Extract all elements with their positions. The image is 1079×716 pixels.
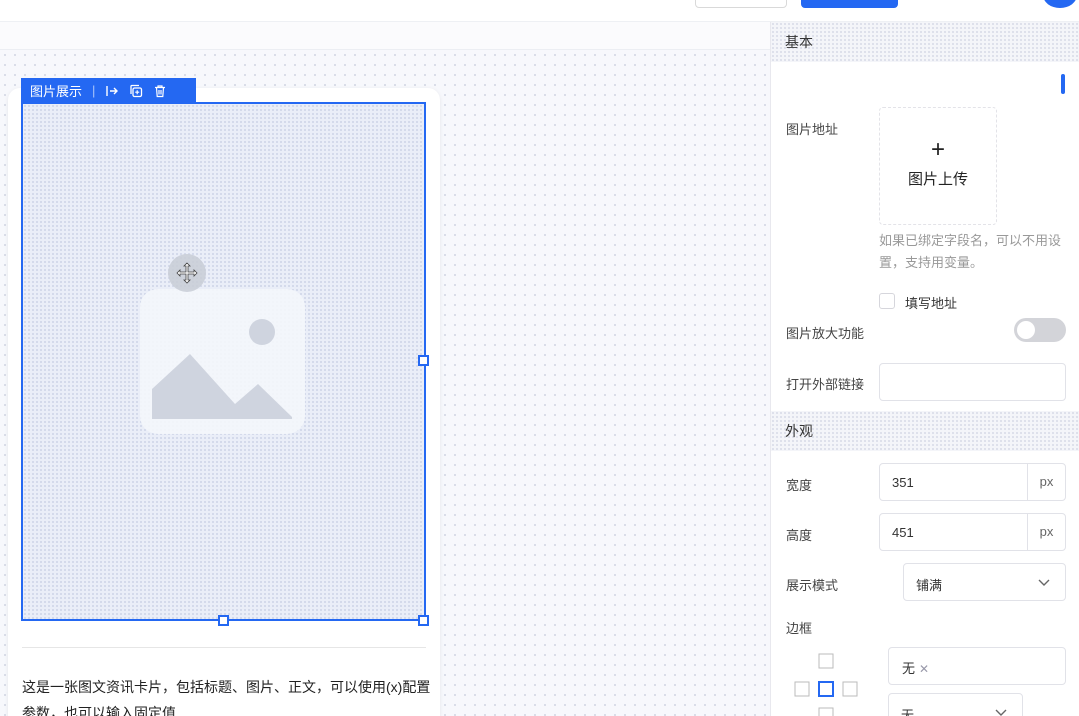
- component-title: 图片展示: [30, 84, 83, 99]
- image-placeholder-icon: [140, 289, 305, 434]
- upload-label: 图片上传: [907, 171, 968, 188]
- scroll-indicator[interactable]: [1061, 74, 1065, 94]
- border-tag[interactable]: 无 ✕: [902, 658, 929, 678]
- border-tag-label: 无: [902, 661, 916, 676]
- section-basic-header[interactable]: 基本: [771, 22, 1079, 62]
- display-mode-select[interactable]: 铺满: [903, 563, 1066, 601]
- move-icon[interactable]: [168, 254, 206, 292]
- height-input[interactable]: 451 px: [879, 513, 1066, 551]
- width-label: 宽度: [786, 478, 813, 493]
- zoom-label: 图片放大功能: [786, 326, 865, 341]
- open-link-input[interactable]: [879, 363, 1066, 401]
- top-header: [0, 0, 1079, 22]
- resize-handle-right[interactable]: [418, 355, 429, 366]
- fill-url-checkbox[interactable]: [879, 293, 895, 309]
- card-body-text: 这是一张图文资讯卡片，包括标题、图片、正文，可以使用(x)配置参数，也可以输入固…: [22, 679, 431, 716]
- plus-icon: +: [930, 136, 945, 163]
- zoom-toggle[interactable]: [1014, 318, 1066, 342]
- select-parent-icon[interactable]: [105, 84, 119, 98]
- width-input[interactable]: 351 px: [879, 463, 1066, 501]
- border-side-picker[interactable]: [791, 652, 863, 716]
- component-toolbar: 图片展示 |: [21, 78, 196, 103]
- upload-hint: 如果已绑定字段名，可以不用设置，支持用变量。: [879, 233, 1062, 270]
- border-style-value: 无: [901, 708, 915, 716]
- height-value: 451: [892, 525, 914, 540]
- display-mode-label: 展示模式: [786, 578, 839, 593]
- header-primary-button[interactable]: [801, 0, 898, 8]
- property-panel: 基本 图片地址 + 图片上传 如果已绑定字段名，可以不用设置，支持用变量。 填写…: [770, 22, 1079, 716]
- width-unit: px: [1027, 464, 1065, 500]
- fill-url-label[interactable]: 填写地址: [905, 293, 957, 312]
- header-secondary-button[interactable]: [695, 0, 787, 8]
- image-url-label: 图片地址: [786, 122, 839, 137]
- resize-handle-bottom[interactable]: [218, 615, 229, 626]
- height-unit: px: [1027, 514, 1065, 550]
- open-link-label: 打开外部链接: [786, 377, 865, 392]
- image-upload-button[interactable]: + 图片上传: [879, 107, 997, 225]
- delete-icon[interactable]: [153, 84, 167, 98]
- display-mode-value: 铺满: [916, 578, 943, 593]
- border-label: 边框: [786, 621, 813, 636]
- width-value: 351: [892, 475, 914, 490]
- chevron-down-icon: [1037, 575, 1051, 592]
- close-icon[interactable]: ✕: [919, 662, 929, 676]
- card-divider: [22, 647, 426, 648]
- canvas-toolbar-strip: [0, 22, 770, 50]
- toolbar-separator: |: [92, 83, 96, 98]
- resize-handle-corner[interactable]: [418, 615, 429, 626]
- copy-icon[interactable]: [129, 84, 143, 98]
- section-appearance-header[interactable]: 外观: [771, 411, 1079, 451]
- chevron-down-icon: [994, 705, 1008, 716]
- border-style-select[interactable]: 无: [888, 693, 1023, 716]
- height-label: 高度: [786, 528, 813, 543]
